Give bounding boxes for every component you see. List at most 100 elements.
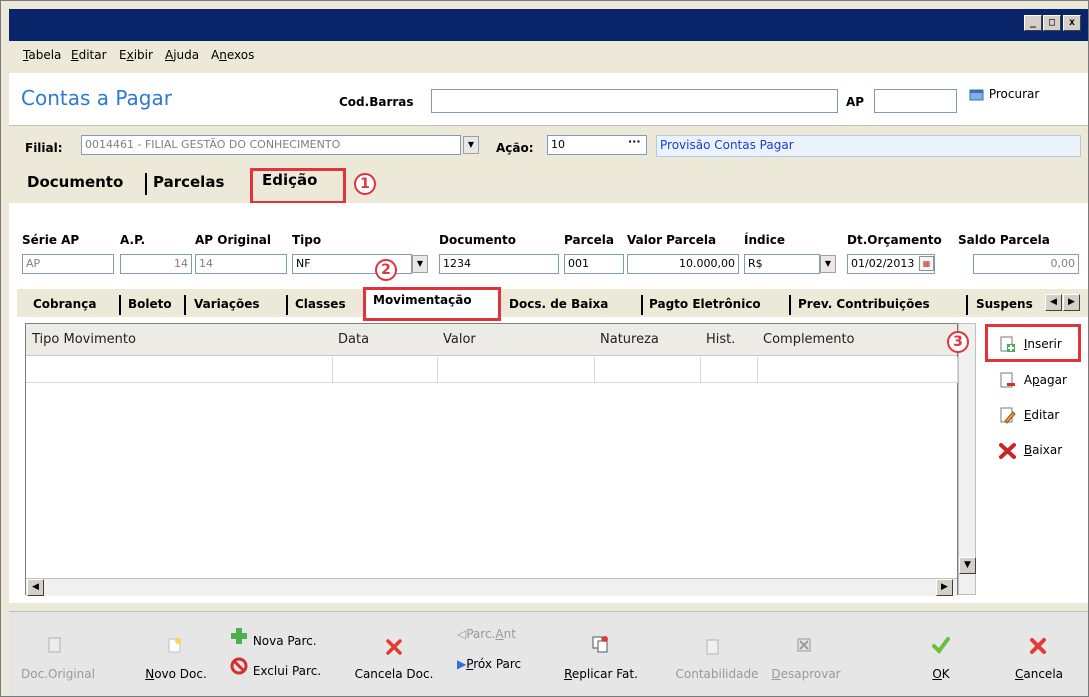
cancela-button[interactable]: Cancela	[1006, 667, 1072, 681]
novo-doc-icon	[151, 637, 199, 656]
horizontal-scrollbar[interactable]	[26, 578, 957, 596]
play-icon: ▶	[457, 657, 467, 671]
tab-docs-de-baixa[interactable]: Docs. de Baixa	[509, 297, 608, 311]
ap-original-input[interactable]: 14	[195, 254, 287, 274]
menu-anexos[interactable]: Anexos	[211, 48, 254, 62]
table-cell[interactable]	[595, 357, 701, 383]
ap-number-input[interactable]: 14	[120, 254, 192, 274]
chevron-down-icon[interactable]: ▼	[820, 255, 836, 273]
cancel-icon	[379, 639, 409, 658]
annotation-marker-3: 3	[947, 331, 969, 353]
ap-number-label: A.P.	[120, 233, 146, 247]
menu-ajuda[interactable]: Ajuda	[165, 48, 199, 62]
cod-barras-input[interactable]	[431, 89, 838, 113]
apagar-button[interactable]: Apagar	[999, 372, 1067, 389]
column-header-data[interactable]: Data	[338, 332, 369, 347]
close-icon	[1023, 637, 1053, 658]
search-icon	[969, 88, 985, 102]
calendar-icon[interactable]: ▦	[919, 256, 934, 271]
ok-button[interactable]: OK	[926, 667, 956, 681]
parc-ant-button[interactable]: ◁Parc.Ant	[457, 627, 516, 641]
column-header-hist[interactable]: Hist.	[706, 332, 735, 347]
parcela-input[interactable]: 001	[564, 254, 624, 274]
baixar-button[interactable]: Baixar	[999, 442, 1062, 459]
tab-separator	[119, 295, 121, 315]
menu-tabela[interactable]: Tabela	[23, 48, 61, 62]
ap-original-label: AP Original	[195, 233, 271, 247]
plus-icon	[229, 628, 249, 648]
vertical-scrollbar[interactable]	[958, 323, 976, 595]
cod-barras-label: Cod.Barras	[339, 95, 414, 109]
documento-label: Documento	[439, 233, 517, 247]
menu-editar[interactable]: Editar	[71, 48, 107, 62]
nova-parc-button[interactable]: Nova Parc.	[229, 627, 317, 648]
table-cell[interactable]	[758, 357, 958, 383]
table-cell[interactable]	[701, 357, 758, 383]
tab-suspens[interactable]: Suspens	[976, 297, 1044, 311]
filial-select[interactable]: 0014461 - FILIAL GESTÃO DO CONHECIMENTO	[81, 135, 461, 155]
column-header-tipo-movimento[interactable]: Tipo Movimento	[32, 332, 136, 347]
table-cell[interactable]	[438, 357, 595, 383]
tab-scroll-right-button[interactable]: ▶	[1063, 294, 1080, 311]
scroll-right-button[interactable]: ▶	[936, 579, 953, 596]
serie-ap-input[interactable]: AP	[22, 254, 114, 274]
x-icon	[999, 442, 1016, 459]
ap-input[interactable]	[874, 89, 957, 113]
tab-cobranca[interactable]: Cobrança	[33, 297, 96, 311]
column-header-valor[interactable]: Valor	[443, 332, 476, 347]
tab-separator	[184, 295, 186, 315]
serie-ap-label: Série AP	[22, 233, 80, 247]
tab-separator	[286, 295, 288, 315]
inserir-button[interactable]: Inserir	[999, 336, 1062, 353]
desaprovar-button[interactable]: Desaprovar	[769, 667, 843, 681]
column-header-complemento[interactable]: Complemento	[763, 332, 855, 347]
close-button[interactable]: x	[1063, 15, 1081, 31]
doc-original-label: Doc.Original	[21, 667, 95, 681]
ap-label: AP	[846, 95, 865, 109]
document-icon	[48, 637, 62, 656]
scroll-left-button[interactable]: ◀	[27, 579, 44, 596]
acao-label: Ação:	[496, 141, 534, 155]
menu-exibir[interactable]: Exibir	[119, 48, 153, 62]
prox-parc-button[interactable]: ▶Próx Parc	[457, 657, 521, 671]
saldo-parcela-label: Saldo Parcela	[958, 233, 1050, 247]
editar-button[interactable]: Editar	[999, 407, 1059, 424]
chevron-down-icon[interactable]: ▼	[412, 255, 428, 273]
replicate-icon	[585, 635, 615, 656]
maximize-button[interactable]: □	[1043, 15, 1061, 31]
check-icon	[926, 635, 956, 658]
tab-prev-contribuicoes[interactable]: Prev. Contribuições	[798, 297, 930, 311]
cancela-doc-button[interactable]: Cancela Doc.	[346, 667, 442, 681]
acao-ellipsis-button[interactable]: ···	[628, 135, 641, 148]
table-cell[interactable]	[333, 357, 438, 383]
tab-variacoes[interactable]: Variações	[194, 297, 260, 311]
tab-parcelas[interactable]: Parcelas	[153, 173, 224, 191]
prohibited-icon	[229, 657, 249, 678]
minimize-button[interactable]: _	[1024, 15, 1042, 31]
exclui-parc-button[interactable]: Exclui Parc.	[229, 657, 321, 678]
chevron-down-icon[interactable]: ▼	[463, 136, 479, 154]
documento-input[interactable]: 1234	[439, 254, 559, 274]
contabilidade-button[interactable]: Contabilidade	[669, 667, 765, 681]
novo-doc-button[interactable]: Novo Doc.	[136, 667, 216, 681]
saldo-parcela-input[interactable]: 0,00	[973, 254, 1079, 274]
dt-orcamento-label: Dt.Orçamento	[847, 233, 942, 247]
valor-parcela-label: Valor Parcela	[627, 233, 717, 247]
annotation-marker-1: 1	[354, 173, 376, 195]
add-document-icon	[999, 336, 1016, 353]
tab-boleto[interactable]: Boleto	[128, 297, 172, 311]
indice-select[interactable]: R$	[744, 254, 820, 274]
tab-scroll-left-button[interactable]: ◀	[1045, 294, 1062, 311]
doc-original-button[interactable]	[31, 637, 79, 656]
tab-classes[interactable]: Classes	[295, 297, 346, 311]
tab-documento[interactable]: Documento	[27, 173, 123, 191]
scroll-down-button[interactable]: ▼	[959, 557, 976, 574]
column-header-natureza[interactable]: Natureza	[600, 332, 659, 347]
indice-label: Índice	[744, 233, 785, 247]
tab-pagto-eletronico[interactable]: Pagto Eletrônico	[649, 297, 761, 311]
replicar-fat-button[interactable]: Replicar Fat.	[556, 667, 646, 681]
table-cell[interactable]	[26, 357, 333, 383]
page-title: Contas a Pagar	[21, 86, 172, 110]
procurar-button[interactable]: Procurar	[969, 87, 1039, 102]
valor-parcela-input[interactable]: 10.000,00	[627, 254, 739, 274]
